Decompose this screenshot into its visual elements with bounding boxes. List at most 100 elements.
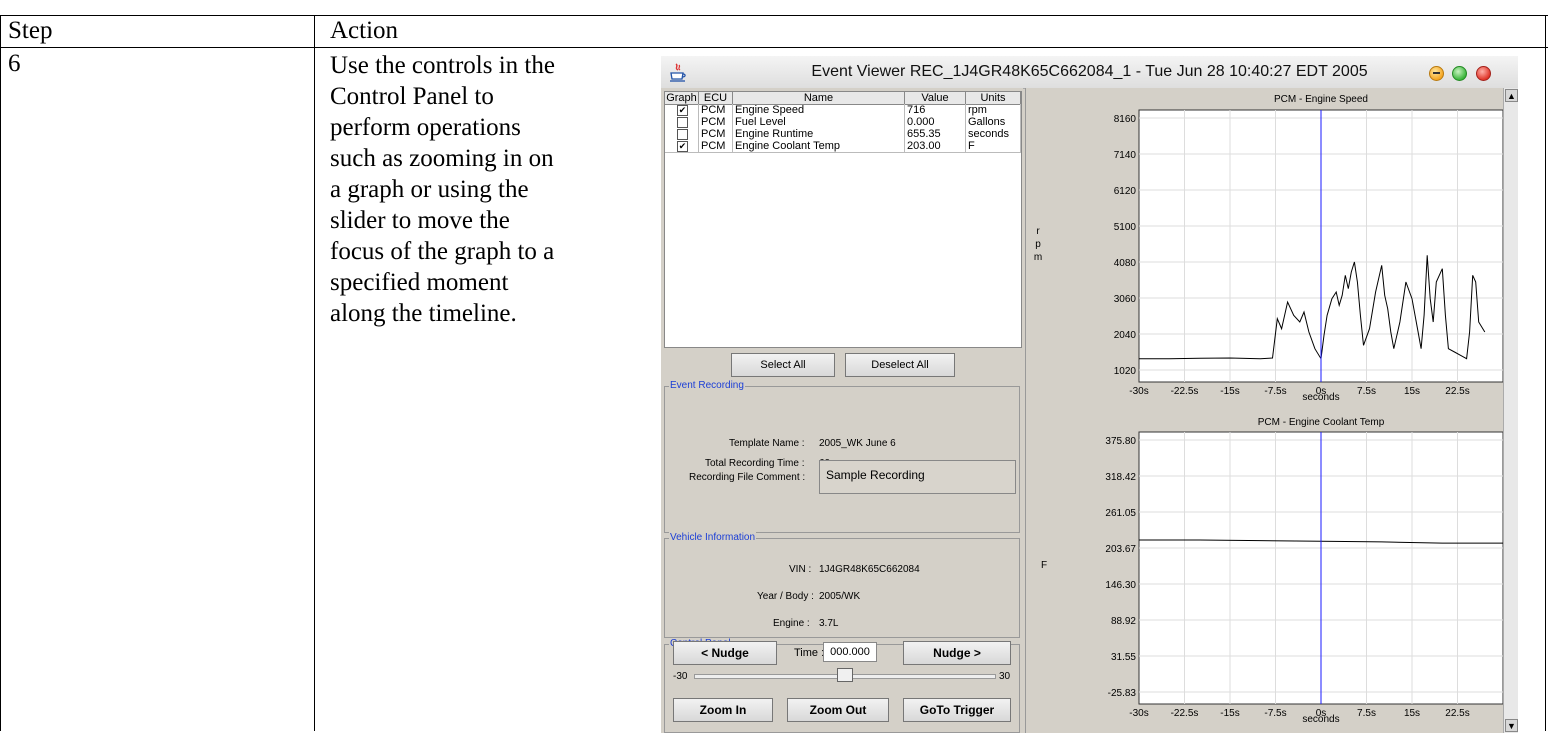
y-tick-label: -25.83 bbox=[1108, 688, 1137, 699]
x-tick-label: -30s bbox=[1129, 708, 1148, 719]
name-cell: Fuel Level bbox=[733, 116, 905, 128]
action-line: perform operations bbox=[330, 114, 521, 141]
vertical-scrollbar[interactable]: ▲ ▼ bbox=[1503, 88, 1518, 733]
y-tick-label: 4080 bbox=[1114, 258, 1137, 269]
name-cell: Engine Coolant Temp bbox=[733, 140, 905, 152]
x-tick-label: -30s bbox=[1129, 386, 1148, 397]
x-tick-label: 7.5s bbox=[1357, 386, 1376, 397]
y-axis-label: m bbox=[1034, 252, 1042, 263]
chart-title: PCM - Engine Coolant Temp bbox=[1258, 417, 1385, 428]
zoom-out-button[interactable]: Zoom Out bbox=[787, 698, 889, 722]
x-tick-label: -7.5s bbox=[1264, 386, 1286, 397]
vehicle-information-group: Vehicle Information bbox=[664, 532, 1020, 638]
graph-checkbox[interactable] bbox=[677, 129, 688, 140]
graph-checkbox[interactable] bbox=[677, 117, 688, 128]
recording-comment-label: Recording File Comment : bbox=[689, 472, 806, 483]
name-cell: Engine Speed bbox=[733, 104, 905, 116]
x-axis-label: seconds bbox=[1302, 392, 1339, 403]
y-tick-label: 31.55 bbox=[1111, 652, 1136, 663]
year-body-value: 2005/WK bbox=[819, 591, 861, 602]
time-label: Time : bbox=[794, 647, 825, 659]
slider-min-label: -30 bbox=[673, 671, 688, 682]
graph-cell[interactable] bbox=[665, 116, 699, 128]
signal-row[interactable]: PCM Fuel Level 0.000 Gallons bbox=[665, 116, 1021, 128]
header-step: Step bbox=[8, 17, 53, 44]
action-line: focus of the graph to a bbox=[330, 238, 555, 265]
y-tick-label: 8160 bbox=[1114, 114, 1137, 125]
y-tick-label: 88.92 bbox=[1111, 616, 1136, 627]
graph-panel: PCM - Engine Speed -30s -22.5s -15s -7.5s 0s 7… bbox=[1025, 88, 1518, 733]
x-tick-label: 15s bbox=[1404, 708, 1420, 719]
x-tick-label: -15s bbox=[1220, 708, 1239, 719]
vin-label: VIN : bbox=[789, 564, 812, 575]
y-axis-label: r bbox=[1036, 226, 1040, 237]
x-tick-label: 22.5s bbox=[1445, 708, 1469, 719]
name-cell: Engine Runtime bbox=[733, 128, 905, 140]
action-description: Use the controls in the Control Panel to… bbox=[330, 50, 660, 329]
graph-checkbox[interactable]: ✔ bbox=[677, 105, 688, 116]
nudge-left-button[interactable]: < Nudge bbox=[673, 641, 777, 665]
minimize-button[interactable] bbox=[1429, 66, 1444, 81]
action-line: specified moment bbox=[330, 269, 509, 296]
nudge-right-button[interactable]: Nudge > bbox=[903, 641, 1011, 665]
value-cell: 716 bbox=[905, 104, 966, 116]
window-title: Event Viewer REC_1J4GR48K65C662084_1 - T… bbox=[811, 63, 1368, 80]
zoom-in-button[interactable]: Zoom In bbox=[673, 698, 773, 722]
vin-value: 1J4GR48K65C662084 bbox=[819, 564, 920, 575]
deselect-all-button[interactable]: Deselect All bbox=[845, 353, 955, 377]
charts-area: PCM - Engine Speed-30s -22.5s -15s -7.5s 0s 7… bbox=[1034, 94, 1504, 725]
y-tick-label: 2040 bbox=[1114, 330, 1137, 341]
goto-trigger-button[interactable]: GoTo Trigger bbox=[903, 698, 1011, 722]
template-name-value: 2005_WK June 6 bbox=[819, 438, 896, 449]
y-tick-label: 7140 bbox=[1114, 150, 1137, 161]
y-axis-label: F bbox=[1041, 560, 1047, 571]
y-tick-label: 203.67 bbox=[1105, 544, 1136, 555]
ecu-cell: PCM bbox=[699, 140, 733, 152]
y-tick-label: 375.80 bbox=[1105, 436, 1136, 447]
vehicle-information-label: Vehicle Information bbox=[669, 532, 757, 543]
x-tick-label: -22.5s bbox=[1171, 708, 1199, 719]
y-tick-label: 318.42 bbox=[1105, 472, 1136, 483]
graph-checkbox[interactable]: ✔ bbox=[677, 141, 688, 152]
x-axis-label: seconds bbox=[1302, 714, 1339, 725]
units-cell: rpm bbox=[966, 104, 1021, 116]
ecu-cell: PCM bbox=[699, 128, 733, 140]
signal-table-header: Graph ECU Name Value Units bbox=[665, 92, 1021, 105]
y-tick-label: 261.05 bbox=[1105, 508, 1136, 519]
select-all-button[interactable]: Select All bbox=[731, 353, 835, 377]
signal-row[interactable]: ✔ PCM Engine Coolant Temp 203.00 F bbox=[665, 140, 1021, 153]
y-axis-label: p bbox=[1035, 239, 1041, 250]
chart-title: PCM - Engine Speed bbox=[1274, 94, 1368, 105]
event-viewer-window: Event Viewer REC_1J4GR48K65C662084_1 - T… bbox=[661, 56, 1518, 733]
y-tick-label: 3060 bbox=[1114, 294, 1137, 305]
recording-comment-field[interactable]: Sample Recording bbox=[819, 460, 1016, 494]
timeline-slider-thumb[interactable] bbox=[837, 668, 853, 682]
scroll-up-icon[interactable]: ▲ bbox=[1505, 89, 1518, 102]
x-tick-label: -15s bbox=[1220, 386, 1239, 397]
time-field[interactable]: 000.000 bbox=[823, 642, 877, 662]
ecu-cell: PCM bbox=[699, 116, 733, 128]
signal-row[interactable]: PCM Engine Runtime 655.35 seconds bbox=[665, 128, 1021, 140]
close-button[interactable] bbox=[1476, 66, 1491, 81]
value-cell: 0.000 bbox=[905, 116, 966, 128]
scroll-down-icon[interactable]: ▼ bbox=[1505, 719, 1518, 732]
graph-cell[interactable] bbox=[665, 128, 699, 140]
x-tick-label: -22.5s bbox=[1171, 386, 1199, 397]
x-tick-label: 7.5s bbox=[1357, 708, 1376, 719]
template-name-label: Template Name : bbox=[729, 438, 805, 449]
action-line: such as zooming in on bbox=[330, 145, 554, 172]
action-line: along the timeline. bbox=[330, 300, 517, 327]
signal-row[interactable]: ✔ PCM Engine Speed 716 rpm bbox=[665, 104, 1021, 116]
action-line: Control Panel to bbox=[330, 83, 494, 110]
title-bar[interactable]: Event Viewer REC_1J4GR48K65C662084_1 - T… bbox=[661, 56, 1518, 89]
graph-cell[interactable]: ✔ bbox=[665, 104, 699, 116]
y-tick-label: 1020 bbox=[1114, 366, 1137, 377]
value-cell: 655.35 bbox=[905, 128, 966, 140]
maximize-button[interactable] bbox=[1452, 66, 1467, 81]
slider-max-label: 30 bbox=[999, 671, 1011, 682]
year-body-label: Year / Body : bbox=[757, 591, 814, 602]
value-cell: 203.00 bbox=[905, 140, 966, 152]
total-recording-time-label: Total Recording Time : bbox=[705, 458, 805, 469]
graph-cell[interactable]: ✔ bbox=[665, 140, 699, 152]
x-tick-label: -7.5s bbox=[1264, 708, 1286, 719]
